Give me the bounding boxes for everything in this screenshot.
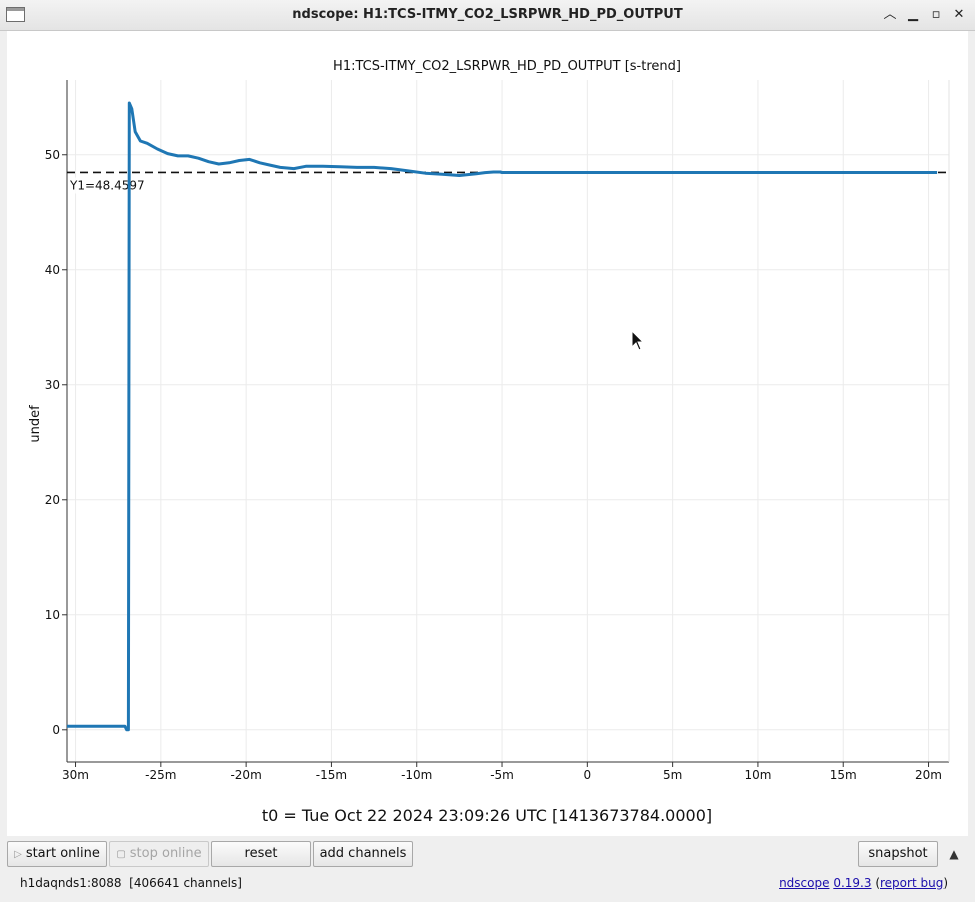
- y-tick-label: 40: [45, 263, 60, 277]
- version-link[interactable]: 0.19.3: [833, 876, 871, 890]
- plot-canvas[interactable]: H1:TCS-ITMY_CO2_LSRPWR_HD_PD_OUTPUT [s-t…: [7, 31, 968, 836]
- y-cursor[interactable]: Y1=48.4597: [67, 171, 949, 194]
- y-tick-label: 20: [45, 493, 60, 507]
- window-title: ndscope: H1:TCS-ITMY_CO2_LSRPWR_HD_PD_OU…: [292, 7, 683, 22]
- t0-label: t0 = Tue Oct 22 2024 23:09:26 UTC [14136…: [262, 806, 712, 825]
- play-icon: ▷: [14, 849, 22, 860]
- x-tick-label: -15m: [316, 768, 347, 782]
- y-axis-label: undef: [28, 405, 43, 443]
- y-tick-label: 10: [45, 608, 60, 622]
- x-tick-label: -20m: [230, 768, 261, 782]
- y-tick-label: 0: [52, 723, 60, 737]
- y-tick-label: 30: [45, 378, 60, 392]
- x-tick-label: 15m: [830, 768, 857, 782]
- maximize-icon[interactable]: ▫: [927, 6, 945, 24]
- start-online-button[interactable]: ▷ start online: [7, 841, 107, 867]
- app-info: ndscope 0.19.3 (report bug): [779, 876, 948, 890]
- x-tick-label: 30m: [62, 768, 89, 782]
- x-tick-label: -10m: [401, 768, 432, 782]
- add-channels-button[interactable]: add channels: [313, 841, 413, 867]
- x-tick-label: -25m: [145, 768, 176, 782]
- mouse-pointer-icon: [631, 329, 645, 351]
- server-status: h1daqnds1:8088 [406641 channels]: [20, 876, 242, 890]
- report-bug-link[interactable]: report bug: [880, 876, 943, 890]
- report-close-paren: ): [943, 876, 948, 890]
- window-titlebar[interactable]: ndscope: H1:TCS-ITMY_CO2_LSRPWR_HD_PD_OU…: [0, 0, 975, 31]
- grid-lines: [67, 80, 949, 762]
- close-icon[interactable]: ✕: [950, 6, 968, 24]
- ndscope-link[interactable]: ndscope: [779, 876, 829, 890]
- x-tick-label: 20m: [915, 768, 942, 782]
- x-tick-label: 10m: [744, 768, 771, 782]
- stop-icon: ▢: [116, 849, 126, 860]
- plot-title: H1:TCS-ITMY_CO2_LSRPWR_HD_PD_OUTPUT [s-t…: [333, 59, 681, 74]
- axes: [62, 80, 950, 767]
- x-tick-label: 5m: [663, 768, 682, 782]
- snapshot-button[interactable]: snapshot: [858, 841, 938, 867]
- reset-button[interactable]: reset: [211, 841, 311, 867]
- y-tick-label: 50: [45, 148, 60, 162]
- minimize-icon[interactable]: ▁: [904, 6, 922, 24]
- stop-online-label: stop online: [129, 846, 202, 861]
- plot-window[interactable]: H1:TCS-ITMY_CO2_LSRPWR_HD_PD_OUTPUT [s-t…: [7, 31, 968, 836]
- x-tick-label: -5m: [490, 768, 514, 782]
- bottom-toolbar: ▷ start online ▢ stop online reset add cha…: [0, 836, 975, 902]
- collapse-triangle-icon[interactable]: ▲: [944, 844, 964, 864]
- start-online-label: start online: [25, 846, 100, 861]
- stop-online-button[interactable]: ▢ stop online: [109, 841, 209, 867]
- x-tick-label: 0: [584, 768, 592, 782]
- chevron-up-icon[interactable]: ︿: [881, 6, 899, 24]
- y1-cursor-label: Y1=48.4597: [69, 178, 145, 192]
- tick-labels: 30m -25m -20m -15m -10m -5m 0 5m 10m 15m 20m 0 10 20 3…: [45, 148, 942, 782]
